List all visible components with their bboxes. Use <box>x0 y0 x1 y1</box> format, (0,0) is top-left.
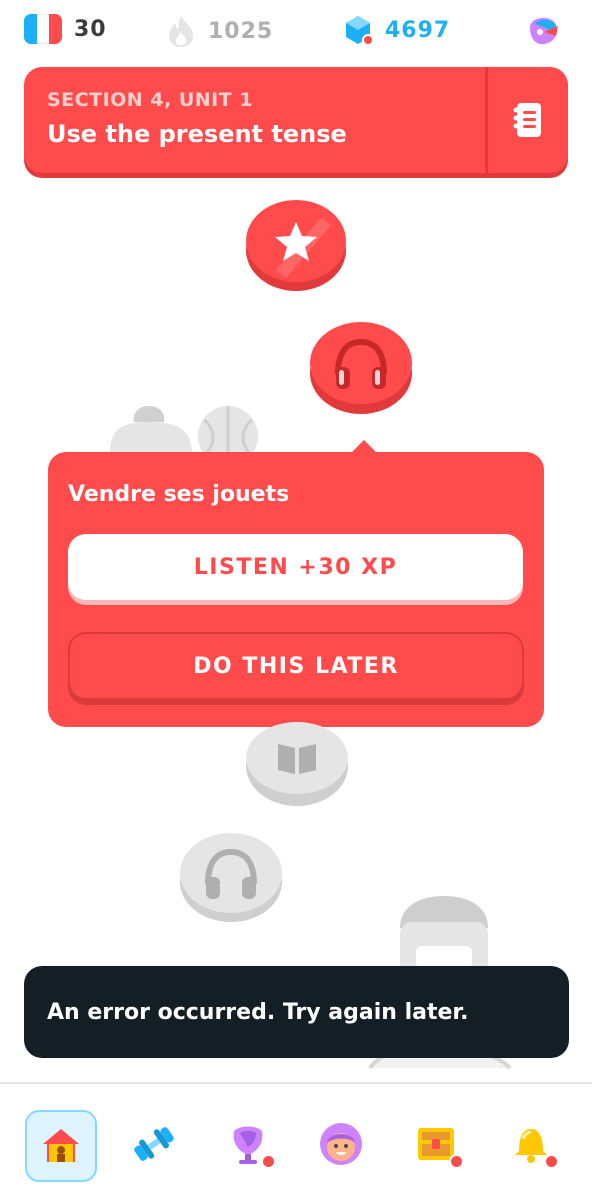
lesson-title: Vendre ses jouets <box>68 482 290 507</box>
super-button[interactable] <box>524 14 564 50</box>
streak-count: 30 <box>74 16 107 42</box>
streak-indicator[interactable]: 1025 <box>166 14 273 48</box>
lesson-popup: Vendre ses jouets LISTEN +30 XP DO THIS … <box>48 452 544 727</box>
stats-bar: 30 1025 4697 <box>0 0 592 64</box>
france-flag-icon <box>24 14 62 44</box>
super-owl-icon <box>530 17 558 45</box>
headphones-icon <box>180 833 282 922</box>
nav-leagues[interactable] <box>214 1110 282 1178</box>
book-icon <box>246 722 348 806</box>
star-icon <box>246 200 346 291</box>
profile-avatar-icon <box>320 1123 362 1165</box>
error-toast: An error occurred. Try again later. <box>24 966 569 1058</box>
lesson-node-star[interactable] <box>246 200 346 291</box>
nav-profile[interactable] <box>307 1110 375 1178</box>
quests-badge <box>449 1154 464 1169</box>
toast-message: An error occurred. Try again later. <box>47 999 469 1025</box>
leagues-badge <box>261 1154 276 1169</box>
home-icon <box>43 1129 79 1162</box>
flame-icon <box>169 16 193 47</box>
unit-title: Use the present tense <box>47 120 347 148</box>
bottom-nav <box>0 1100 592 1182</box>
headphones-icon <box>310 322 412 414</box>
notifications-badge <box>544 1154 559 1169</box>
nav-quests[interactable] <box>402 1110 470 1178</box>
gems-indicator[interactable]: 4697 <box>343 14 450 46</box>
dumbbell-icon <box>134 1127 174 1161</box>
xp-count: 1025 <box>208 18 274 44</box>
character-illustration <box>110 406 258 456</box>
course-selector[interactable]: 30 <box>24 14 107 44</box>
nav-home[interactable] <box>25 1110 97 1182</box>
unit-section-label: SECTION 4, UNIT 1 <box>47 89 254 111</box>
nav-divider <box>0 1082 592 1084</box>
lesson-node-listen-active[interactable] <box>310 322 412 414</box>
do-later-button[interactable]: DO THIS LATER <box>68 632 524 700</box>
nav-practice[interactable] <box>120 1110 188 1178</box>
nav-notifications[interactable] <box>497 1110 565 1178</box>
unit-header: SECTION 4, UNIT 1 Use the present tense <box>24 67 568 173</box>
gems-count: 4697 <box>385 17 451 43</box>
guidebook-button[interactable] <box>488 67 568 173</box>
lesson-node-locked-listen[interactable] <box>180 832 282 922</box>
notebook-icon <box>513 103 541 137</box>
lesson-node-locked-book[interactable] <box>246 722 348 806</box>
gem-icon <box>346 16 373 46</box>
listen-button[interactable]: LISTEN +30 XP <box>68 534 523 600</box>
